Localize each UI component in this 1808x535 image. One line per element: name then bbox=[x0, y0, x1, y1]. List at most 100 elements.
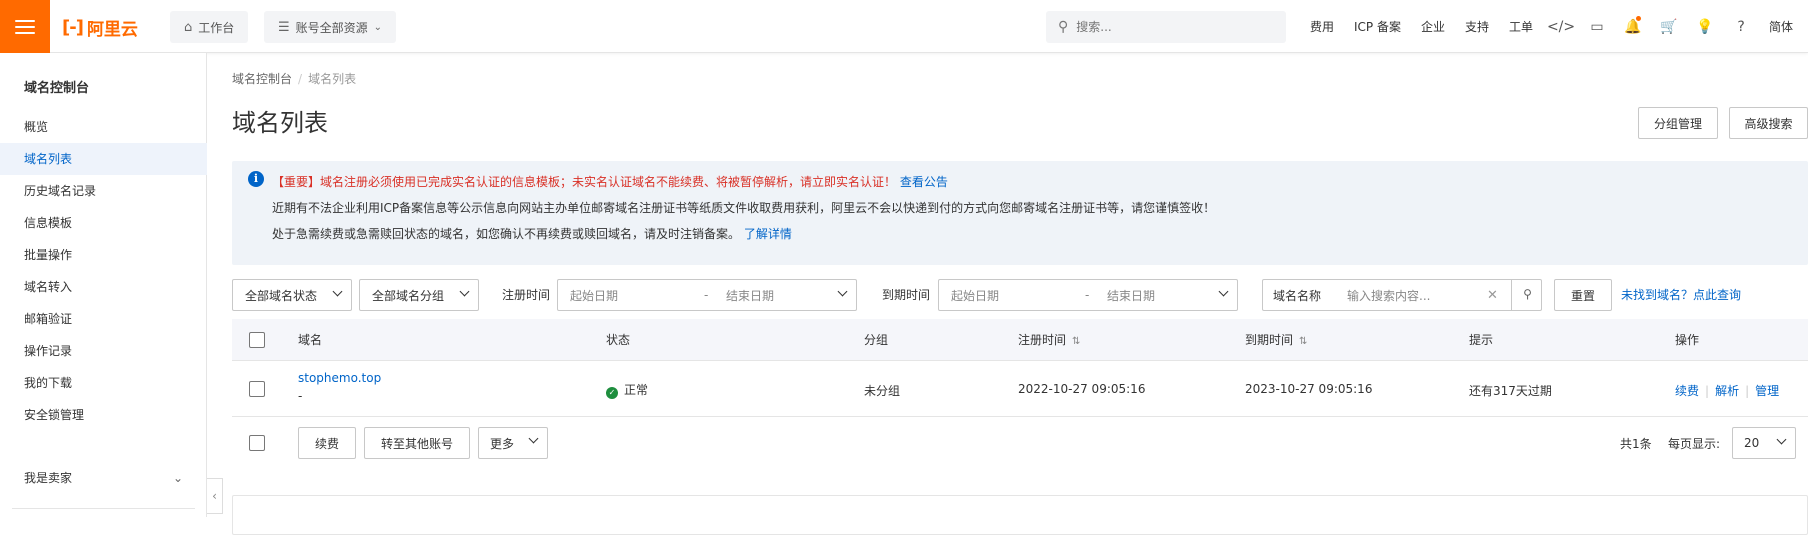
sidebar-item-security-lock[interactable]: 安全锁管理 bbox=[0, 399, 207, 431]
main-content: 域名控制台 / 域名列表 域名列表 分组管理 高级搜索 i 【重要】域名注册必须使用… bbox=[232, 53, 1808, 535]
col-domain: 域名 bbox=[298, 333, 323, 347]
col-expire-time[interactable]: 到期时间 ⇅ bbox=[1245, 319, 1307, 363]
manage-link[interactable]: 管理 bbox=[1755, 384, 1779, 398]
status-select[interactable]: 全部域名状态 bbox=[232, 279, 352, 311]
renew-link[interactable]: 续费 bbox=[1675, 384, 1699, 398]
language-switch[interactable]: 简体 bbox=[1759, 18, 1803, 35]
chevron-down-icon bbox=[459, 286, 470, 297]
top-link-billing[interactable]: 费用 bbox=[1300, 18, 1344, 35]
bell-icon[interactable]: 🔔 bbox=[1615, 15, 1651, 35]
batch-renew-button[interactable]: 续费 bbox=[298, 427, 356, 459]
aliyun-logo[interactable]: [-] 阿里云 bbox=[62, 16, 138, 40]
expire-time-label: 到期时间 bbox=[882, 288, 931, 302]
notice-line-3-text: 处于急需续费或急需赎回状态的域名，如您确认不再续费或赎回域名，请及时注销备案。 bbox=[272, 227, 741, 241]
view-announcement-link[interactable]: 查看公告 bbox=[900, 175, 948, 189]
domain-subtext: - bbox=[298, 389, 303, 403]
sidebar-divider bbox=[12, 508, 195, 509]
total-count: 共1条 bbox=[1620, 437, 1652, 451]
sidebar-item-overview[interactable]: 概览 bbox=[0, 111, 207, 143]
global-search[interactable]: ⚲ bbox=[1046, 11, 1286, 43]
bottom-panel bbox=[232, 495, 1808, 535]
col-group: 分组 bbox=[864, 333, 889, 347]
expire-start-date[interactable]: 起始日期 bbox=[951, 287, 999, 304]
sidebar-item-downloads[interactable]: 我的下载 bbox=[0, 367, 207, 399]
sidebar-item-seller[interactable]: 我是卖家 ⌄ bbox=[0, 462, 207, 494]
clear-icon[interactable]: ✕ bbox=[1487, 288, 1498, 303]
reg-start-date[interactable]: 起始日期 bbox=[570, 287, 618, 304]
transfer-account-button[interactable]: 转至其他账号 bbox=[364, 427, 470, 459]
breadcrumb-root[interactable]: 域名控制台 bbox=[232, 72, 292, 86]
reg-time-label: 注册时间 bbox=[502, 288, 551, 302]
chevron-down-icon: ⌄ bbox=[172, 471, 183, 485]
resource-selector[interactable]: ☰ 账号全部资源 ⌄ bbox=[264, 11, 397, 43]
col-expire-time-label: 到期时间 bbox=[1245, 333, 1294, 347]
home-icon: ⌂ bbox=[184, 19, 193, 35]
notice-line-3: 处于急需续费或急需赎回状态的域名，如您确认不再续费或赎回域名，请及时注销备案。 … bbox=[272, 225, 792, 242]
reg-time-cell: 2022-10-27 09:05:16 bbox=[1018, 382, 1146, 396]
breadcrumb-current: 域名列表 bbox=[308, 72, 357, 86]
more-dropdown[interactable]: 更多 bbox=[478, 427, 548, 459]
notice-important-text: 【重要】域名注册必须使用已完成实名认证的信息模板；未实名认证域名不能续费、将被暂… bbox=[272, 175, 897, 189]
per-page-select[interactable]: 20 bbox=[1732, 427, 1796, 459]
sidebar-item-transfer-in[interactable]: 域名转入 bbox=[0, 271, 207, 303]
bulb-icon[interactable]: 💡 bbox=[1687, 19, 1723, 35]
top-link-ticket[interactable]: 工单 bbox=[1499, 18, 1543, 35]
domain-link[interactable]: stophemo.top bbox=[298, 371, 381, 385]
table-row: stophemo.top - ✓ 正常 未分组 2022-10-27 09:05:… bbox=[232, 361, 1808, 417]
sidebar-collapse-handle[interactable]: ‹ bbox=[207, 478, 223, 514]
menu-icon[interactable] bbox=[0, 0, 50, 53]
global-search-input[interactable] bbox=[1076, 20, 1257, 34]
sidebar-item-domain-list[interactable]: 域名列表 bbox=[0, 143, 207, 175]
group-cell: 未分组 bbox=[864, 384, 901, 398]
breadcrumb: 域名控制台 / 域名列表 bbox=[232, 72, 357, 86]
not-found-link[interactable]: 未找到域名？点此查询 bbox=[1621, 279, 1741, 311]
notice-banner: i 【重要】域名注册必须使用已完成实名认证的信息模板；未实名认证域名不能续费、将… bbox=[232, 161, 1808, 265]
reg-end-date[interactable]: 结束日期 bbox=[726, 287, 774, 304]
code-icon[interactable]: </> bbox=[1543, 19, 1579, 35]
status-badge: ✓ 正常 bbox=[606, 381, 648, 399]
sidebar-item-templates[interactable]: 信息模板 bbox=[0, 207, 207, 239]
expire-time-cell: 2023-10-27 09:05:16 bbox=[1245, 382, 1373, 396]
name-field-select[interactable]: 域名名称 bbox=[1273, 287, 1321, 304]
notice-line-2: 近期有不法企业利用ICP备案信息等公示信息向网站主办单位邮寄域名注册证书等纸质文… bbox=[272, 201, 1216, 215]
chevron-down-icon bbox=[1776, 434, 1787, 445]
group-select[interactable]: 全部域名分组 bbox=[359, 279, 479, 311]
group-select-value: 全部域名分组 bbox=[372, 288, 445, 303]
expire-date-range[interactable]: 起始日期 - 结束日期 bbox=[938, 279, 1238, 311]
select-all-checkbox[interactable] bbox=[249, 332, 265, 348]
sidebar-item-op-log[interactable]: 操作记录 bbox=[0, 335, 207, 367]
table-header: 域名 状态 分组 注册时间 ⇅ 到期时间 ⇅ 提示 操作 bbox=[232, 319, 1808, 361]
footer-select-all-checkbox[interactable] bbox=[249, 435, 265, 451]
col-reg-time-label: 注册时间 bbox=[1018, 333, 1067, 347]
reset-button[interactable]: 重置 bbox=[1554, 279, 1612, 311]
dns-link[interactable]: 解析 bbox=[1715, 384, 1739, 398]
name-search-input[interactable]: 输入搜索内容... bbox=[1347, 287, 1430, 304]
terminal-icon[interactable]: ▭ bbox=[1579, 19, 1615, 35]
group-manage-button[interactable]: 分组管理 bbox=[1638, 107, 1718, 139]
row-checkbox[interactable] bbox=[249, 381, 265, 397]
col-status: 状态 bbox=[606, 333, 631, 347]
actions-cell: 续费 | 解析 | 管理 bbox=[1675, 384, 1780, 398]
learn-more-link[interactable]: 了解详情 bbox=[744, 227, 792, 241]
notification-dot bbox=[1636, 15, 1642, 21]
top-link-enterprise[interactable]: 企业 bbox=[1411, 18, 1455, 35]
top-link-icp[interactable]: ICP 备案 bbox=[1344, 18, 1411, 35]
top-link-support[interactable]: 支持 bbox=[1455, 18, 1499, 35]
sidebar-title: 域名控制台 bbox=[24, 81, 90, 96]
more-label: 更多 bbox=[490, 436, 515, 451]
expire-end-date[interactable]: 结束日期 bbox=[1107, 287, 1155, 304]
search-icon[interactable]: ⚲ bbox=[1511, 279, 1543, 311]
advanced-search-button[interactable]: 高级搜索 bbox=[1729, 107, 1808, 139]
workbench-button[interactable]: ⌂ 工作台 bbox=[170, 11, 249, 43]
top-bar: [-] 阿里云 ⌂ 工作台 ☰ 账号全部资源 ⌄ ⚲ 费用 ICP 备案 企业 … bbox=[0, 0, 1808, 53]
sidebar-item-batch[interactable]: 批量操作 bbox=[0, 239, 207, 271]
sidebar-item-email-verify[interactable]: 邮箱验证 bbox=[0, 303, 207, 335]
col-reg-time[interactable]: 注册时间 ⇅ bbox=[1018, 319, 1080, 363]
range-separator: - bbox=[704, 288, 709, 302]
sidebar-item-history[interactable]: 历史域名记录 bbox=[0, 175, 207, 207]
reg-date-range[interactable]: 起始日期 - 结束日期 bbox=[557, 279, 857, 311]
sidebar: 域名控制台 概览 域名列表 历史域名记录 信息模板 批量操作 域名转入 邮箱验证… bbox=[0, 53, 207, 517]
cart-icon[interactable]: 🛒 bbox=[1651, 19, 1687, 35]
info-icon: i bbox=[248, 171, 264, 187]
help-icon[interactable]: ? bbox=[1723, 19, 1759, 35]
